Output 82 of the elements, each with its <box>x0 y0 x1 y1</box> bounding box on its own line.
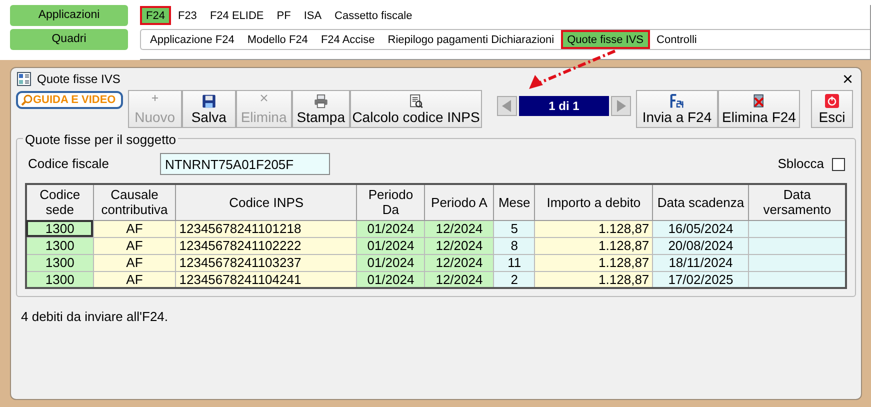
menu-button[interactable]: Applicazioni <box>10 5 128 26</box>
table-cell: 01/2024 <box>356 271 424 288</box>
table-cell: 1300 <box>26 254 94 271</box>
power-icon <box>825 94 839 108</box>
column-header: Importo a debito <box>534 184 653 220</box>
unlock-checkbox[interactable] <box>832 158 845 170</box>
table-cell: 12345678241104241 <box>176 271 357 288</box>
table-cell: AF <box>93 220 176 237</box>
toolbar-button[interactable]: Calcolo codice INPS <box>350 90 482 128</box>
plus-icon <box>150 94 159 102</box>
guide-label: GUIDA E VIDEO <box>33 92 116 108</box>
table-cell: 01/2024 <box>356 254 424 271</box>
menu-tab[interactable]: F23 <box>172 6 203 25</box>
unlock-label: Sblocca <box>778 155 824 174</box>
toolbar-button[interactable]: Salva <box>182 90 236 128</box>
column-header: Mese <box>494 184 535 220</box>
table-cell: 12/2024 <box>424 220 494 237</box>
table-cell: 12/2024 <box>424 254 494 271</box>
table-cell: 11 <box>494 254 535 271</box>
table-cell: 01/2024 <box>356 237 424 254</box>
table-cell: AF <box>93 237 176 254</box>
menu-tab[interactable]: Modello F24 <box>241 30 314 49</box>
column-header: Data scadenza <box>652 184 749 220</box>
menu-tab[interactable]: Applicazione F24 <box>144 30 240 49</box>
table-cell: 12345678241102222 <box>176 237 357 254</box>
column-header: Data versamento <box>748 184 846 220</box>
document-magnifier-icon <box>408 94 424 108</box>
left-triangle-icon <box>502 100 512 112</box>
column-header: Periodo A <box>424 184 494 220</box>
table-cell: 1.128,87 <box>534 220 653 237</box>
status-text: 4 debiti da inviare all'F24. <box>21 308 170 326</box>
table-cell: 17/02/2025 <box>652 271 749 288</box>
page-indicator: 1 di 1 <box>519 96 609 116</box>
table-cell: 18/11/2024 <box>652 254 749 271</box>
table-cell: 1.128,87 <box>534 254 653 271</box>
menu-tab[interactable]: PF <box>270 6 297 25</box>
table-cell: 01/2024 <box>356 220 424 237</box>
menu-tab[interactable]: F24 <box>140 6 171 25</box>
table-cell: AF <box>93 271 176 288</box>
menu-tab[interactable]: F24 Accise <box>314 30 381 49</box>
table-cell: AF <box>93 254 176 271</box>
table-cell: 5 <box>494 220 535 237</box>
table-cell: 16/05/2024 <box>652 220 749 237</box>
column-header: Codice sede <box>26 184 94 220</box>
right-triangle-icon <box>616 100 626 112</box>
table-cell: 1300 <box>26 271 94 288</box>
menu-tab[interactable]: F24 ELIDE <box>204 6 270 25</box>
printer-icon <box>312 94 329 108</box>
menu-button[interactable]: Quadri <box>10 29 128 50</box>
table-cell: 1300 <box>26 220 94 237</box>
toolbar-button[interactable]: Invia a F24 <box>636 90 718 128</box>
column-header: Periodo Da <box>356 184 424 220</box>
table-cell: 1300 <box>26 237 94 254</box>
table-cell: 12345678241101218 <box>176 220 357 237</box>
menu-tab[interactable]: Riepilogo pagamenti Dichiarazioni <box>382 30 560 49</box>
table-cell: 2 <box>494 271 535 288</box>
cross-icon <box>260 94 268 102</box>
column-header: Codice INPS <box>176 184 357 220</box>
column-header: Causale contributiva <box>93 184 176 220</box>
table-cell: 12/2024 <box>424 237 494 254</box>
menu-tab[interactable]: Quote fisse IVS <box>561 30 650 49</box>
menu-tab[interactable]: Controlli <box>650 30 703 49</box>
next-button[interactable] <box>611 96 631 116</box>
table-cell: 20/08/2024 <box>652 237 749 254</box>
window-app-icon <box>17 72 31 86</box>
table-cell: 1.128,87 <box>534 237 653 254</box>
table-cell: 12/2024 <box>424 271 494 288</box>
table-cell: 8 <box>494 237 535 254</box>
table-cell: 1.128,87 <box>534 271 653 288</box>
close-button[interactable]: × <box>840 70 855 88</box>
magnifier-icon <box>21 94 33 106</box>
menu-tab[interactable]: Cassetto fiscale <box>328 6 418 25</box>
f24-document-icon <box>668 94 686 108</box>
window-title: Quote fisse IVS <box>37 71 120 88</box>
previous-button[interactable] <box>497 96 517 116</box>
table-cell: 12345678241103237 <box>176 254 357 271</box>
field-label: Codice fiscale <box>28 155 110 174</box>
tax-code-field[interactable]: NTNRNT75A01F205F <box>160 153 330 175</box>
toolbar-button[interactable]: Elimina F24 <box>718 90 800 128</box>
toolbar-button[interactable]: Stampa <box>292 90 350 128</box>
exit-button[interactable]: Esci <box>811 90 853 128</box>
menu-tab[interactable]: ISA <box>298 6 328 25</box>
